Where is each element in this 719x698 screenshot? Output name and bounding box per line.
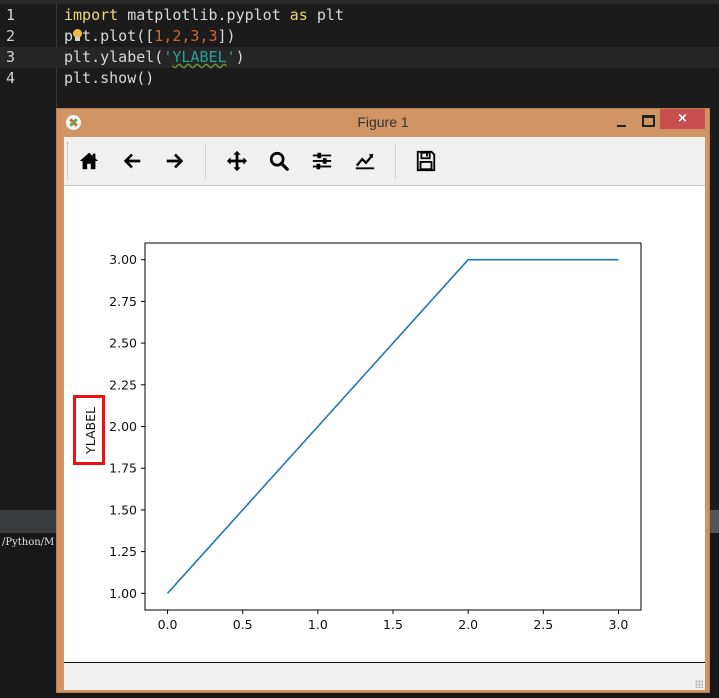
maximize-button[interactable] (639, 113, 657, 127)
y-tick-label: 2.25 (109, 377, 137, 392)
x-tick-label: 1.0 (308, 617, 328, 632)
code-token: 3 (208, 27, 218, 45)
y-tick-label: 1.25 (109, 544, 137, 559)
figure-window: Figure 1 × 0.0 0.5 1.0 1.5 2.0 2.5 3.0 1… (56, 108, 710, 693)
series-line (166, 258, 619, 594)
code-text: p t.plot([1,2,3,3]) (64, 26, 236, 47)
toolbar-separator (205, 143, 206, 179)
minimize-button[interactable] (613, 117, 631, 131)
sliders-icon (312, 152, 332, 170)
y-tick-label: 1.75 (109, 461, 137, 476)
magnifier-icon (269, 151, 289, 171)
code-token: ' (226, 48, 236, 66)
figure-client-area: 0.0 0.5 1.0 1.5 2.0 2.5 3.0 1.00 1.25 1.50 1.75 2.0… (64, 137, 705, 690)
y-tick-label: 2.00 (109, 419, 137, 434)
x-tick-label: 2.5 (533, 617, 553, 632)
move-icon (226, 150, 248, 172)
figure-canvas[interactable]: 0.0 0.5 1.0 1.5 2.0 2.5 3.0 1.00 1.25 1.50 1.75 2.0… (64, 186, 705, 662)
back-button[interactable] (118, 147, 146, 175)
line-chart[interactable]: 0.0 0.5 1.0 1.5 2.0 2.5 3.0 1.00 1.25 1.50 1.75 2.0… (64, 186, 705, 662)
code-token: as (289, 6, 308, 24)
home-icon (79, 152, 99, 170)
x-tick-label: 2.0 (458, 617, 478, 632)
lightbulb-icon[interactable] (73, 29, 83, 41)
code-token: YLABEL (172, 48, 227, 66)
line-number: 2 (6, 27, 16, 45)
y-tick-label: 2.50 (109, 336, 137, 351)
code-text: plt.show() (64, 68, 154, 89)
code-line[interactable]: 2 p t.plot([1,2,3,3]) (0, 26, 719, 47)
x-tick-label: 0.5 (233, 617, 253, 632)
status-bar (64, 662, 705, 690)
code-text: plt.ylabel('YLABEL') (64, 47, 245, 68)
save-button[interactable] (412, 147, 440, 175)
y-tick-label: 1.50 (109, 502, 137, 517)
code-token: plt (307, 6, 344, 24)
code-token: ]) (217, 27, 236, 45)
window-title: Figure 1 (357, 114, 409, 130)
home-button[interactable] (75, 147, 103, 175)
floppy-disk-icon (416, 150, 436, 172)
terminal-path-text: /Python/M (2, 537, 55, 548)
window-titlebar[interactable]: Figure 1 × (57, 109, 709, 137)
close-button[interactable]: × (660, 109, 705, 129)
code-token: import (64, 6, 119, 24)
code-text: import matplotlib.pyplot as plt (64, 5, 344, 26)
forward-button[interactable] (161, 147, 189, 175)
line-chart-icon (355, 153, 375, 170)
code-token: 1 (154, 27, 164, 45)
code-token: plt.ylabel( (64, 48, 164, 66)
code-token: matplotlib.pyplot (118, 6, 290, 24)
code-token: , (163, 27, 173, 45)
x-tick-label: 1.5 (383, 617, 403, 632)
edit-axis-button[interactable] (351, 147, 379, 175)
code-token: ) (235, 48, 245, 66)
code-line[interactable]: 3 plt.ylabel('YLABEL') (0, 47, 719, 68)
axes-frame (144, 242, 642, 611)
arrow-right-icon (166, 153, 184, 169)
code-line[interactable]: 1 import matplotlib.pyplot as plt (0, 5, 719, 26)
code-token: t.plot([ (82, 27, 155, 45)
toolbar-grip[interactable] (67, 142, 70, 180)
toolbar-separator (395, 143, 396, 179)
navigation-toolbar (64, 137, 705, 186)
code-token: p (64, 27, 74, 45)
x-tick-label: 3.0 (609, 617, 629, 632)
x-tick-label: 0.0 (158, 617, 178, 632)
y-tick-label: 3.00 (109, 252, 137, 267)
line-number: 1 (6, 6, 16, 24)
editor-tab-strip (0, 0, 719, 4)
close-icon: × (677, 111, 688, 126)
line-number: 4 (6, 69, 16, 87)
code-token: plt.show() (64, 69, 155, 87)
y-tick-label: 1.00 (109, 586, 137, 601)
y-tick-label: 2.75 (109, 294, 137, 309)
arrow-left-icon (123, 153, 141, 169)
resize-grip[interactable] (695, 680, 703, 688)
line-number: 3 (6, 48, 16, 66)
zoom-button[interactable] (265, 147, 293, 175)
code-line[interactable]: 4 plt.show() (0, 68, 719, 89)
pan-button[interactable] (223, 147, 251, 175)
panel-scroll-handle[interactable] (709, 510, 719, 533)
ylabel-highlight-box (73, 395, 105, 465)
subplots-button[interactable] (308, 147, 336, 175)
